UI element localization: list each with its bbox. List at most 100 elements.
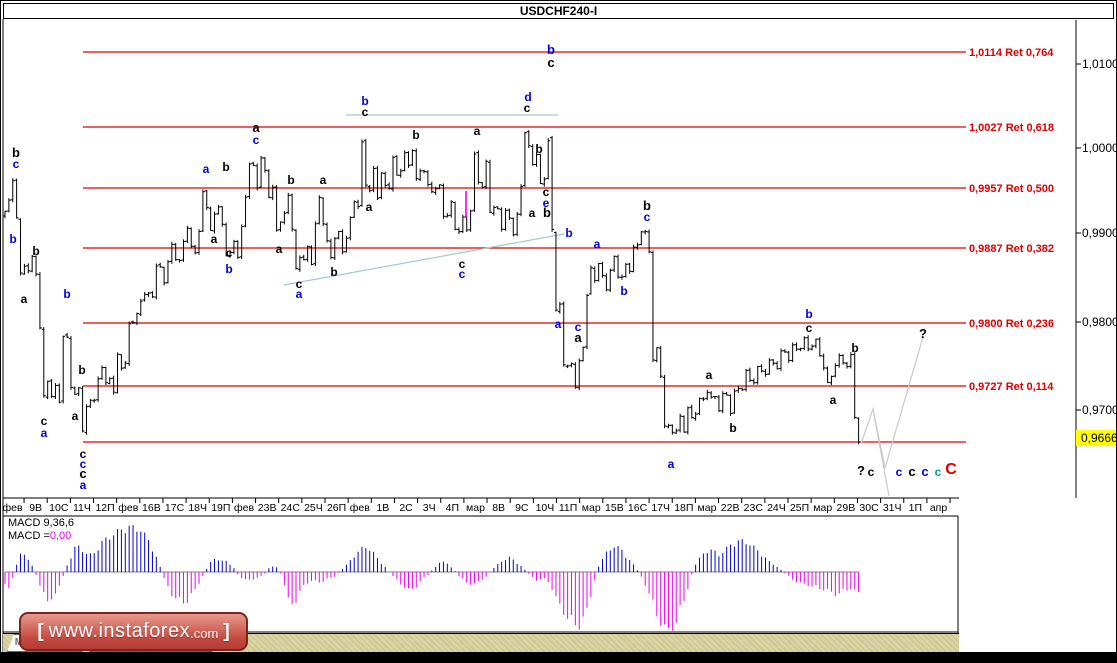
x-axis-date-label: 18Ч (188, 502, 207, 514)
fib-level-label: 0,9727 Ret 0,114 (969, 381, 1054, 393)
fib-level-label: 0,9887 Ret 0,382 (969, 243, 1054, 255)
elliott-wave-label: c (253, 133, 260, 147)
elliott-wave-label: c (13, 157, 20, 171)
elliott-wave-label: a (21, 292, 28, 306)
price-axis-tick-label: 0,9700 (1082, 403, 1117, 417)
x-axis-date-label: 26П (327, 502, 346, 514)
elliott-wave-label: b (565, 226, 572, 240)
x-axis-date-label: фев (234, 502, 254, 514)
elliott-wave-label: c (547, 55, 554, 70)
elliott-wave-label: a (276, 242, 283, 256)
elliott-wave-label: a (594, 237, 601, 251)
elliott-wave-label: c (226, 246, 233, 260)
x-axis-date-label: 12П (95, 502, 114, 514)
mt4-chart-window: USDCHF240-I 1,0114 Ret 0,764 1,0027 Ret 0… (0, 0, 1117, 663)
fib-level-label: 1,0027 Ret 0,618 (969, 122, 1054, 134)
elliott-wave-label: b (805, 307, 812, 321)
elliott-wave-label: a (555, 317, 562, 331)
x-axis-date-label: 24Ч (767, 502, 786, 514)
x-axis-date-label: 31Ч (883, 502, 902, 514)
elliott-wave-label: c (524, 101, 531, 115)
elliott-wave-label: a (529, 206, 536, 220)
elliott-wave-label: c (908, 464, 915, 479)
logo-tld-text: .com (190, 626, 219, 641)
elliott-wave-label: b (78, 363, 85, 377)
macd-indicator-labels: MACD 9,36,6 MACD =0,00 (8, 517, 74, 543)
macd-value-prefix: MACD = (8, 530, 50, 542)
current-price-label: 0,9666 (1081, 431, 1117, 445)
elliott-wave-label: a (668, 457, 675, 471)
elliott-wave-label: a (830, 393, 837, 407)
x-axis-date-label: 11Ч (73, 502, 91, 514)
x-axis-date-label: 10Ч (536, 502, 555, 514)
x-axis-date-label: 10С (49, 502, 69, 514)
x-axis-date-label: 1П (909, 502, 922, 514)
elliott-wave-label: a (366, 200, 373, 214)
elliott-wave-label: a (211, 232, 218, 246)
elliott-wave-label: a (72, 409, 79, 423)
fib-level-label: 0,9957 Ret 0,500 (969, 183, 1054, 195)
price-axis-tick-label: 1,0000 (1082, 141, 1117, 155)
price-axis-tick-label: 1,0100 (1082, 57, 1117, 71)
x-axis-date-label: 9С (515, 502, 529, 514)
elliott-wave-label: a (203, 162, 210, 176)
x-axis-date-label: 30С (859, 502, 879, 514)
elliott-wave-label: b (851, 341, 858, 355)
bottom-black-bar (1, 652, 1116, 662)
projection-zigzag-line (860, 336, 924, 469)
x-axis-date-label: мар (813, 502, 832, 514)
trendline (283, 233, 565, 286)
elliott-wave-label: c (921, 464, 928, 479)
x-axis-date-label: 17Ч (651, 502, 670, 514)
x-axis-date-label: 16С (628, 502, 648, 514)
x-axis-date-label: 23С (744, 502, 764, 514)
x-axis-date-label: 25П (790, 502, 809, 514)
x-axis-date-label: 11П (559, 502, 577, 514)
x-axis-date-label: фев (2, 502, 22, 514)
x-axis-date-label: апр (930, 502, 948, 514)
x-axis-date-label: 22В (721, 502, 740, 514)
elliott-wave-label: b (222, 160, 229, 174)
x-axis-date-label: 29В (837, 502, 856, 514)
x-axis-date-label: мар (582, 502, 601, 514)
x-axis-date-label: 25Ч (304, 502, 323, 514)
elliott-wave-label: b (543, 205, 551, 220)
x-axis-date-label: 2С (399, 502, 413, 514)
elliott-wave-label: b (729, 421, 736, 435)
elliott-wave-label: c (459, 267, 466, 281)
elliott-wave-label: a (41, 426, 48, 440)
elliott-wave-label: b (9, 232, 16, 246)
projection-zigzag-line (872, 408, 890, 497)
x-axis-date-label: фев (118, 502, 138, 514)
x-axis-date-label: 19П (211, 502, 230, 514)
instaforex-logo: [ www.instaforex .com ] (19, 612, 248, 651)
question-mark-annotation: ? (919, 326, 927, 341)
x-axis-date-label: 24С (281, 502, 301, 514)
logo-bracket-close: ] (223, 620, 230, 642)
x-axis-date-label: 1В (376, 502, 389, 514)
elliott-wave-label: c (362, 105, 369, 119)
elliott-wave-label: a (320, 173, 327, 187)
macd-settings-label: MACD 9,36,6 (8, 517, 75, 529)
elliott-wave-label: b (330, 265, 337, 279)
x-axis-date-label: 4П (446, 502, 459, 514)
elliott-wave-label: b (535, 142, 542, 156)
x-axis-date-label: 17С (165, 502, 185, 514)
elliott-wave-label: b (287, 173, 294, 187)
elliott-wave-label: c (896, 465, 903, 479)
elliott-wave-label: a (706, 368, 713, 382)
x-axis-date-label: 5 (959, 502, 965, 514)
price-axis-tick-label: 0,9900 (1082, 226, 1117, 240)
chart-canvas[interactable]: 1,0114 Ret 0,764 1,0027 Ret 0,618 0,9957 R… (1, 1, 1117, 663)
elliott-wave-label: a (296, 287, 303, 301)
x-axis-date-label: фев (350, 502, 370, 514)
logo-bracket-open: [ (37, 620, 44, 642)
x-axis-date-label: 18П (674, 502, 693, 514)
elliott-wave-label: a (574, 330, 582, 345)
question-mark-annotation: ? (857, 463, 865, 478)
elliott-wave-label: b (225, 262, 232, 276)
x-axis-date-label: 9В (29, 502, 42, 514)
elliott-wave-label: c (935, 465, 942, 479)
elliott-wave-label: b (620, 284, 627, 298)
logo-domain-text: www.instaforex (48, 620, 191, 642)
